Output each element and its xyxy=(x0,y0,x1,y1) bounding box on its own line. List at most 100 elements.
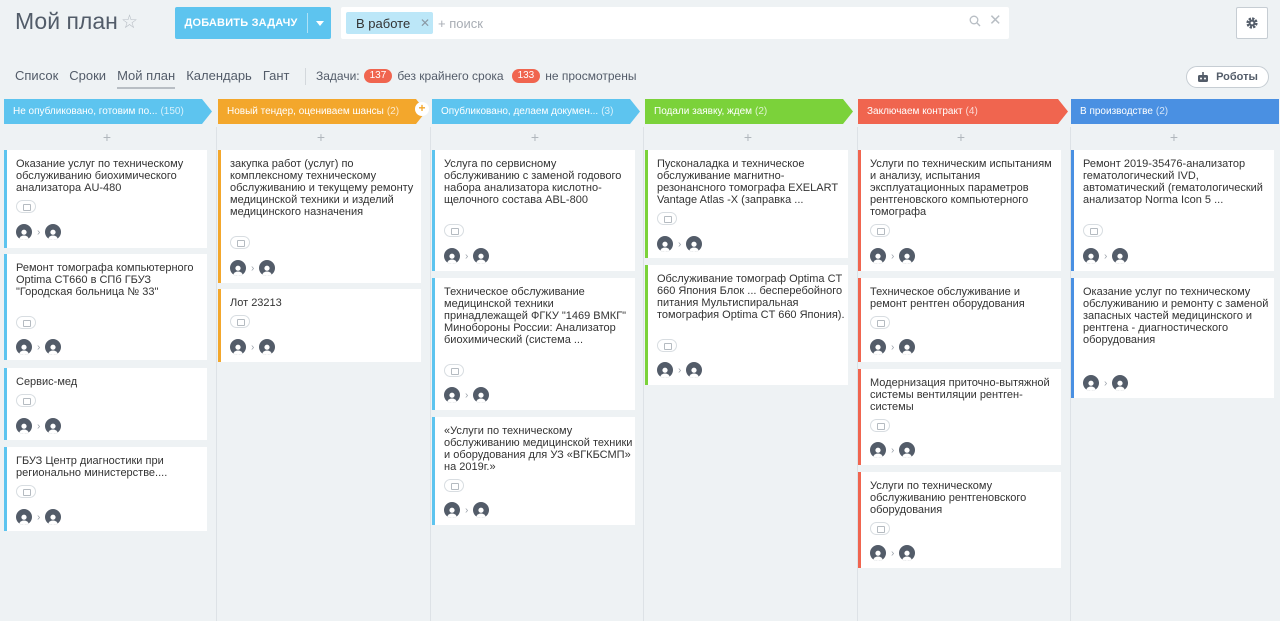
avatar[interactable] xyxy=(870,545,886,561)
calendar-icon[interactable] xyxy=(444,224,464,237)
avatar[interactable] xyxy=(16,418,32,434)
task-card[interactable]: Техническое обслуживание медицинской тех… xyxy=(432,278,635,410)
task-card[interactable]: Оказание услуг по техническому обслужива… xyxy=(1071,278,1274,398)
card-title[interactable]: Сервис-мед xyxy=(16,376,206,388)
avatar[interactable] xyxy=(444,502,460,518)
column-header[interactable]: Новый тендер, оцениваем шансы (2) xyxy=(218,99,426,124)
add-card-button[interactable]: + xyxy=(432,130,638,144)
card-title[interactable]: Оказание услуг по техническому обслужива… xyxy=(1083,286,1273,346)
avatar[interactable] xyxy=(899,545,916,561)
calendar-icon[interactable] xyxy=(657,212,677,225)
avatar[interactable] xyxy=(45,509,62,525)
avatar[interactable] xyxy=(899,248,916,264)
card-title[interactable]: ГБУЗ Центр диагностики при регионально м… xyxy=(16,455,206,479)
calendar-icon[interactable] xyxy=(444,479,464,492)
task-card[interactable]: Пусконаладка и техническое обслуживание … xyxy=(645,150,848,258)
avatar[interactable] xyxy=(16,509,32,525)
avatar[interactable] xyxy=(444,387,460,403)
add-card-button[interactable]: + xyxy=(858,130,1064,144)
card-title[interactable]: Пусконаладка и техническое обслуживание … xyxy=(657,158,847,206)
task-card[interactable]: закупка работ (услуг) по комплексному те… xyxy=(218,150,421,283)
card-title[interactable]: закупка работ (услуг) по комплексному те… xyxy=(230,158,420,218)
tab-my-plan[interactable]: Мой план xyxy=(117,68,176,89)
avatar[interactable] xyxy=(1112,248,1129,264)
tab-deadlines[interactable]: Сроки xyxy=(69,68,106,89)
task-card[interactable]: Услуги по техническим испытаниям и анали… xyxy=(858,150,1061,271)
calendar-icon[interactable] xyxy=(870,419,890,432)
calendar-icon[interactable] xyxy=(1083,224,1103,237)
not-viewed-badge[interactable]: 133 xyxy=(511,69,541,83)
calendar-icon[interactable] xyxy=(16,200,36,213)
calendar-icon[interactable] xyxy=(16,316,36,329)
card-title[interactable]: Лот 23213 xyxy=(230,297,420,309)
card-title[interactable]: Ремонт томографа компьютерного Optima CT… xyxy=(16,262,206,298)
add-card-button[interactable]: + xyxy=(1071,130,1277,144)
clear-search-icon[interactable]: ✕ xyxy=(989,13,1002,28)
settings-button[interactable] xyxy=(1236,7,1268,39)
add-card-button[interactable]: + xyxy=(4,130,210,144)
avatar[interactable] xyxy=(1083,375,1099,391)
no-deadline-label[interactable]: без крайнего срока xyxy=(397,69,503,83)
avatar[interactable] xyxy=(45,339,62,355)
tab-calendar[interactable]: Календарь xyxy=(186,68,252,89)
star-icon[interactable]: ☆ xyxy=(121,13,138,32)
add-task-button[interactable]: ДОБАВИТЬ ЗАДАЧУ xyxy=(175,7,331,39)
calendar-icon[interactable] xyxy=(657,339,677,352)
column-header[interactable]: Заключаем контракт (4) xyxy=(858,99,1068,124)
calendar-icon[interactable] xyxy=(230,315,250,328)
task-card[interactable]: Услуга по сервисному обслуживанию с заме… xyxy=(432,150,635,271)
avatar[interactable] xyxy=(899,339,916,355)
avatar[interactable] xyxy=(1083,248,1099,264)
avatar[interactable] xyxy=(473,502,490,518)
add-task-label[interactable]: ДОБАВИТЬ ЗАДАЧУ xyxy=(175,7,307,39)
card-title[interactable]: Услуги по техническим испытаниям и анали… xyxy=(870,158,1060,218)
avatar[interactable] xyxy=(1112,375,1129,391)
calendar-icon[interactable] xyxy=(870,224,890,237)
card-title[interactable]: Услуга по сервисному обслуживанию с заме… xyxy=(444,158,634,206)
task-card[interactable]: Оказание услуг по техническому обслужива… xyxy=(4,150,207,248)
avatar[interactable] xyxy=(657,236,673,252)
task-card[interactable]: Лот 23213 › xyxy=(218,289,421,362)
no-deadline-badge[interactable]: 137 xyxy=(363,69,393,83)
search-icon[interactable] xyxy=(969,15,981,27)
task-card[interactable]: Модернизация приточно-вытяжной системы в… xyxy=(858,369,1061,465)
task-card[interactable]: Ремонт 2019-35476-анализатор гематологич… xyxy=(1071,150,1274,271)
not-viewed-label[interactable]: не просмотрены xyxy=(545,69,636,83)
avatar[interactable] xyxy=(686,236,703,252)
card-title[interactable]: Ремонт 2019-35476-анализатор гематологич… xyxy=(1083,158,1273,206)
robots-button[interactable]: Роботы xyxy=(1186,66,1269,88)
task-card[interactable]: Сервис-мед › xyxy=(4,368,207,440)
search-input[interactable] xyxy=(438,13,938,33)
avatar[interactable] xyxy=(870,339,886,355)
add-card-button[interactable]: + xyxy=(218,130,424,144)
avatar[interactable] xyxy=(444,248,460,264)
task-card[interactable]: Техническое обслуживание и ремонт рентге… xyxy=(858,278,1061,362)
close-icon[interactable]: ✕ xyxy=(420,16,430,30)
calendar-icon[interactable] xyxy=(16,485,36,498)
task-card[interactable]: Обслуживание томограф Optima CT 660 Япон… xyxy=(645,265,848,385)
column-header[interactable]: Не опубликовано, готовим по... (150) xyxy=(4,99,212,124)
avatar[interactable] xyxy=(473,387,490,403)
add-card-button[interactable]: + xyxy=(645,130,851,144)
avatar[interactable] xyxy=(899,442,916,458)
avatar[interactable] xyxy=(259,260,276,276)
avatar[interactable] xyxy=(45,224,62,240)
chevron-down-icon[interactable] xyxy=(308,7,331,39)
avatar[interactable] xyxy=(230,260,246,276)
avatar[interactable] xyxy=(259,339,276,355)
card-title[interactable]: Оказание услуг по техническому обслужива… xyxy=(16,158,206,194)
filter-chip[interactable]: В работе ✕ xyxy=(346,12,433,34)
avatar[interactable] xyxy=(870,442,886,458)
avatar[interactable] xyxy=(16,339,32,355)
avatar[interactable] xyxy=(473,248,490,264)
card-title[interactable]: Услуги по техническому обслуживанию рент… xyxy=(870,480,1060,516)
avatar[interactable] xyxy=(230,339,246,355)
calendar-icon[interactable] xyxy=(16,394,36,407)
calendar-icon[interactable] xyxy=(444,364,464,377)
avatar[interactable] xyxy=(686,362,703,378)
avatar[interactable] xyxy=(657,362,673,378)
calendar-icon[interactable] xyxy=(870,316,890,329)
tab-list[interactable]: Список xyxy=(15,68,58,89)
calendar-icon[interactable] xyxy=(230,236,250,249)
task-card[interactable]: Услуги по техническому обслуживанию рент… xyxy=(858,472,1061,568)
